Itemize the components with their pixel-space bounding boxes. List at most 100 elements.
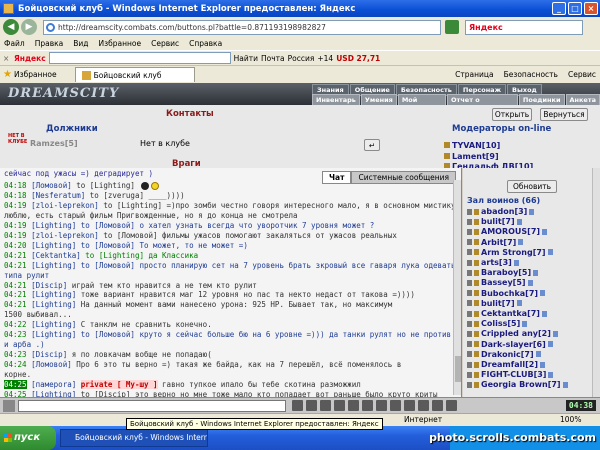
player-nick[interactable]: arts[3] xyxy=(481,258,512,267)
private-icon[interactable] xyxy=(376,400,387,411)
private-arrow-icon[interactable] xyxy=(467,218,472,225)
message-author[interactable]: [памероrа] xyxy=(31,380,76,389)
info-icon[interactable] xyxy=(542,228,548,235)
online-player[interactable]: Coliss[5] xyxy=(467,319,595,329)
clear-icon[interactable] xyxy=(306,400,317,411)
message-author[interactable]: [Ломовой] xyxy=(31,181,72,190)
player-nick[interactable]: FIGHT-CLUB[3] xyxy=(481,370,546,379)
favorites-button[interactable]: Избранное xyxy=(14,70,57,79)
menu-edit[interactable]: Правка xyxy=(35,39,64,48)
message-author[interactable]: [Discip] xyxy=(31,350,67,359)
player-nick[interactable]: Arbit[7] xyxy=(481,238,516,247)
zoom-level[interactable]: 100% xyxy=(560,414,581,426)
message-author[interactable]: [Discip] xyxy=(31,281,67,290)
info-icon[interactable] xyxy=(516,300,522,307)
info-icon[interactable] xyxy=(548,371,554,378)
info-icon[interactable] xyxy=(547,341,553,348)
go-icon[interactable] xyxy=(445,20,459,34)
info-icon[interactable] xyxy=(552,330,558,337)
back-arrow-icon[interactable]: ◀ xyxy=(3,19,19,35)
player-nick[interactable]: Coliss[5] xyxy=(481,319,520,328)
message-author[interactable]: [Lighting] xyxy=(31,300,76,309)
private-arrow-icon[interactable] xyxy=(467,239,472,246)
back-button[interactable]: Вернуться xyxy=(540,108,588,121)
exit-icon[interactable] xyxy=(446,400,457,411)
info-icon[interactable] xyxy=(535,351,541,358)
player-nick[interactable]: Drakonic[7] xyxy=(481,350,534,359)
player-nick[interactable]: Cektantka[7] xyxy=(481,309,540,318)
player-nick[interactable]: Crippled any[2] xyxy=(481,329,551,338)
online-player[interactable]: Bubochka[7] xyxy=(467,289,595,299)
private-arrow-icon[interactable] xyxy=(467,371,472,378)
chat-scroll-thumb[interactable] xyxy=(455,356,461,382)
message-author[interactable]: [Nesferatum] xyxy=(31,191,85,200)
menu-favorites[interactable]: Избранное xyxy=(99,39,142,48)
player-nick[interactable]: Baraboy[5] xyxy=(481,268,531,277)
forward-arrow-icon[interactable]: ▶ xyxy=(21,19,37,35)
online-player[interactable]: Drakonic[7] xyxy=(467,350,595,360)
player-nick[interactable]: bulit[7] xyxy=(481,217,515,226)
private-arrow-icon[interactable] xyxy=(467,279,472,286)
message-author[interactable]: [Lighting] xyxy=(31,320,76,329)
info-icon[interactable] xyxy=(522,320,528,327)
message-author[interactable]: [Cektantka] xyxy=(31,251,81,260)
private-arrow-icon[interactable] xyxy=(467,208,472,215)
online-player[interactable]: abadon[3] xyxy=(467,207,595,217)
minimize-icon[interactable]: _ xyxy=(552,2,566,15)
private-arrow-icon[interactable] xyxy=(467,300,472,307)
info-icon[interactable] xyxy=(533,269,539,276)
menu-help[interactable]: Справка xyxy=(189,39,222,48)
online-player[interactable]: arts[3] xyxy=(467,258,595,268)
message-author[interactable]: [Ломовой] xyxy=(31,360,72,369)
translit-icon[interactable] xyxy=(362,400,373,411)
message-author[interactable]: [zloi-leprekon] xyxy=(31,231,99,240)
private-arrow-icon[interactable] xyxy=(467,249,472,256)
private-arrow-icon[interactable] xyxy=(467,341,472,348)
online-player[interactable]: Dark-slayer[6] xyxy=(467,340,595,350)
info-icon[interactable] xyxy=(529,208,535,215)
info-icon[interactable] xyxy=(518,239,524,246)
message-author[interactable]: [Lighting] xyxy=(31,390,76,397)
private-arrow-icon[interactable] xyxy=(467,351,472,358)
security-menu[interactable]: Безопасность xyxy=(504,70,558,79)
info-icon[interactable] xyxy=(527,279,533,286)
help-icon[interactable] xyxy=(432,400,443,411)
player-nick[interactable]: Bassey[5] xyxy=(481,278,526,287)
online-player[interactable]: bulit[7] xyxy=(467,299,595,309)
yandex-search-input[interactable]: Яндекс xyxy=(465,19,583,35)
yandex-toolbar-search[interactable] xyxy=(48,52,231,64)
send-icon[interactable] xyxy=(292,400,303,411)
info-icon[interactable] xyxy=(562,381,568,388)
fight-icon[interactable] xyxy=(390,400,401,411)
info-icon[interactable] xyxy=(513,259,519,266)
online-player[interactable]: bulit[7] xyxy=(467,217,595,227)
close-icon[interactable]: × xyxy=(584,2,598,15)
player-nick[interactable]: Arm Strong[7] xyxy=(481,248,546,257)
info-icon[interactable] xyxy=(540,361,545,368)
player-nick[interactable]: Bubochka[7] xyxy=(481,289,538,298)
player-nick[interactable]: AMOROUS[7] xyxy=(481,227,540,236)
message-author[interactable]: [Lighting] xyxy=(31,261,76,270)
private-arrow-icon[interactable] xyxy=(467,259,472,266)
message-author[interactable]: [Lighting] xyxy=(31,221,76,230)
taskbar-item-ie[interactable]: Бойцовский клуб - Windows Internet Explo… xyxy=(60,429,208,447)
online-player[interactable]: Baraboy[5] xyxy=(467,268,595,278)
player-nick[interactable]: abadon[3] xyxy=(481,207,527,216)
sound-icon[interactable] xyxy=(348,400,359,411)
private-arrow-icon[interactable] xyxy=(467,381,472,388)
online-player[interactable]: Georgia Brown[7] xyxy=(467,380,595,390)
info-icon[interactable] xyxy=(547,249,553,256)
refresh-button[interactable]: Обновить xyxy=(507,180,557,193)
online-player[interactable]: Crippled any[2] xyxy=(467,329,595,339)
info-icon[interactable] xyxy=(540,290,546,297)
player-nick[interactable]: Dark-slayer[6] xyxy=(481,340,546,349)
speed-icon[interactable] xyxy=(404,400,415,411)
online-scrollbar[interactable] xyxy=(592,168,600,397)
debtor-nick[interactable]: Ramzes[5] xyxy=(30,139,78,148)
filter-icon[interactable] xyxy=(334,400,345,411)
message-author[interactable]: [Lighting] xyxy=(31,241,76,250)
menu-view[interactable]: Вид xyxy=(73,39,88,48)
online-player[interactable]: AMOROUS[7] xyxy=(467,227,595,237)
private-arrow-icon[interactable] xyxy=(467,361,472,368)
open-button[interactable]: Открыть xyxy=(492,108,532,121)
